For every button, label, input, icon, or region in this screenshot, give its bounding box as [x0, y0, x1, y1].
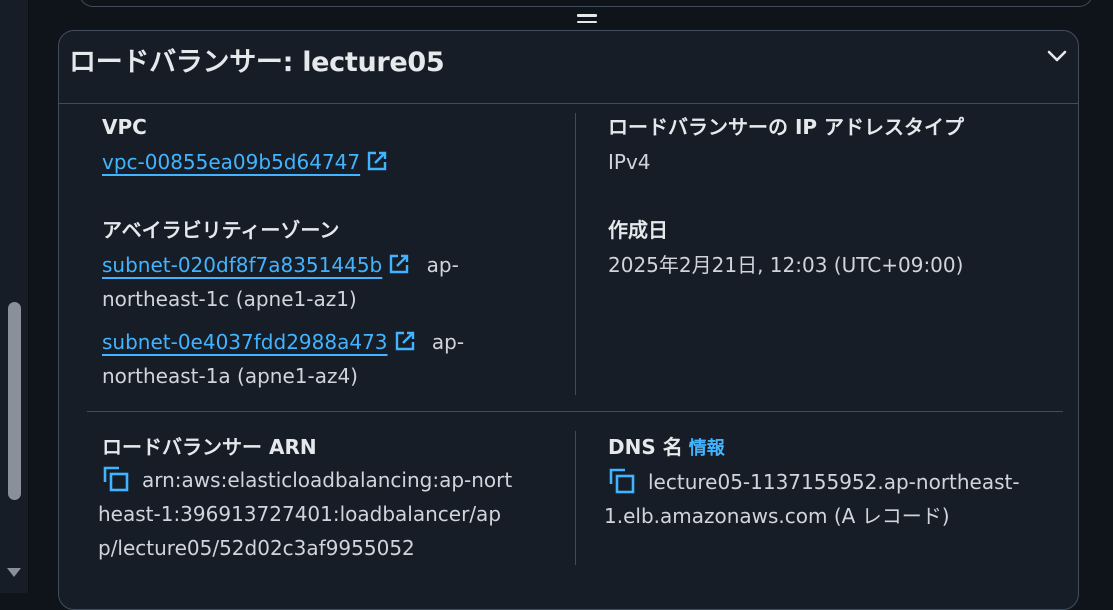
- created-date-label: 作成日: [608, 218, 668, 242]
- scroll-down-arrow-icon[interactable]: [7, 568, 21, 577]
- copy-icon[interactable]: [102, 465, 130, 493]
- panel-header[interactable]: ロードバランサー: lecture05: [59, 31, 1078, 104]
- subnet-item: subnet-0e4037fdd2988a473 ap- northeast-1…: [102, 325, 464, 393]
- dns-name-field: DNS 名情報 lecture05-1137155952.ap-northeas…: [604, 435, 1020, 533]
- panel-body: VPC vpc-00855ea09b5d64747 ロードバランサーの IP ア…: [59, 103, 1078, 609]
- subnet-az-text: ap-: [426, 253, 459, 277]
- info-link[interactable]: 情報: [689, 438, 725, 459]
- subnet-link[interactable]: subnet-0e4037fdd2988a473: [102, 330, 388, 354]
- subnet-az-text: northeast-1c (apne1-az1): [102, 287, 357, 311]
- copy-icon[interactable]: [608, 467, 636, 495]
- column-divider: [575, 431, 576, 565]
- subnet-az-text: northeast-1a (apne1-az4): [102, 364, 358, 388]
- previous-panel: [29, 0, 1113, 12]
- vpc-link[interactable]: vpc-00855ea09b5d64747: [102, 150, 360, 174]
- vpc-field: VPC vpc-00855ea09b5d64747: [102, 115, 388, 179]
- arn-value: p/lecture05/52d02c3af9955052: [98, 536, 415, 560]
- previous-panel-border: [79, 0, 1093, 7]
- created-date-field: 作成日 2025年2月21日, 12:03 (UTC+09:00): [608, 218, 963, 282]
- external-link-icon[interactable]: [366, 150, 388, 172]
- availability-zone-field: アベイラビリティーゾーン subnet-020df8f7a8351445b ap…: [102, 218, 464, 393]
- load-balancer-details-panel: ロードバランサー: lecture05 VPC vpc-00855ea09b5d…: [58, 30, 1079, 610]
- panel-title: ロードバランサー: lecture05: [69, 47, 445, 78]
- subnet-az-text: ap-: [431, 330, 465, 354]
- arn-field: ロードバランサー ARN arn:aws:elasticloadbalancin…: [98, 435, 513, 565]
- drag-handle-icon[interactable]: [577, 14, 597, 26]
- created-date-value: 2025年2月21日, 12:03 (UTC+09:00): [608, 253, 964, 277]
- ip-address-type-value: IPv4: [608, 150, 651, 174]
- row-divider: [87, 411, 1063, 412]
- arn-label: ロードバランサー ARN: [102, 435, 317, 459]
- vertical-scrollbar[interactable]: [0, 0, 29, 593]
- ip-address-type-label: ロードバランサーの IP アドレスタイプ: [608, 115, 965, 139]
- dns-name-label: DNS 名: [608, 435, 683, 459]
- external-link-icon[interactable]: [388, 253, 410, 275]
- ip-address-type-field: ロードバランサーの IP アドレスタイプ IPv4: [608, 115, 964, 179]
- external-link-icon[interactable]: [394, 330, 416, 352]
- arn-value: arn:aws:elasticloadbalancing:ap-nort: [142, 468, 513, 492]
- column-divider: [575, 113, 576, 395]
- availability-zone-label: アベイラビリティーゾーン: [102, 218, 340, 242]
- dns-name-value: 1.elb.amazonaws.com (A レコード): [604, 504, 950, 528]
- scrollbar-thumb[interactable]: [8, 302, 21, 500]
- arn-value: heast-1:396913727401:loadbalancer/ap: [98, 502, 502, 526]
- vpc-label: VPC: [102, 115, 147, 139]
- subnet-link[interactable]: subnet-020df8f7a8351445b: [102, 253, 382, 277]
- dns-name-value: lecture05-1137155952.ap-northeast-: [648, 470, 1020, 494]
- subnet-item: subnet-020df8f7a8351445b ap- northeast-1…: [102, 248, 464, 316]
- chevron-down-icon[interactable]: [1044, 43, 1070, 69]
